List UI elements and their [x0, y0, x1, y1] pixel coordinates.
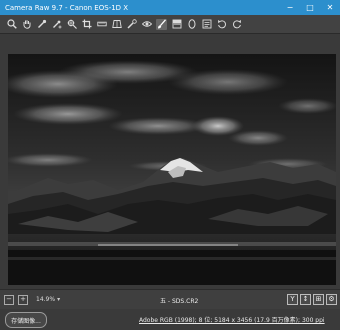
transform-tool[interactable] [111, 19, 122, 30]
rotate-cw-button[interactable] [231, 19, 242, 30]
bottom-bar: 存储图像... Adobe RGB (1998); 8 位; 5184 x 34… [0, 309, 340, 330]
image-canvas[interactable] [0, 34, 340, 289]
photo-preview[interactable] [8, 54, 336, 285]
title-bar: Camera Raw 9.7 - Canon EOS-1D X − □ ✕ [0, 0, 340, 15]
landscape-photo [8, 54, 336, 285]
view-buttons: Y ↕ ⊞ ⚙ [285, 294, 337, 305]
zoom-tool[interactable] [6, 19, 17, 30]
targeted-adjustment-tool[interactable] [66, 19, 77, 30]
status-bar: − + 14.9% ▾ 五 - SDS.CR2 Y ↕ ⊞ ⚙ [0, 289, 340, 309]
color-sampler-tool[interactable] [51, 19, 62, 30]
settings-toggle-button[interactable]: ⚙ [326, 294, 337, 305]
tool-bar [0, 15, 340, 34]
copy-settings-button[interactable]: ⊞ [313, 294, 324, 305]
close-button[interactable]: ✕ [320, 0, 340, 15]
red-eye-tool[interactable] [141, 19, 152, 30]
eyedropper-plus-icon [52, 20, 61, 29]
minimize-button[interactable]: − [280, 0, 300, 15]
save-image-button[interactable]: 存储图像... [5, 312, 47, 328]
preferences-button[interactable] [201, 19, 212, 30]
white-balance-tool[interactable] [36, 19, 47, 30]
workflow-options-link[interactable]: Adobe RGB (1998); 8 位; 5184 x 3456 (17.9… [139, 315, 325, 324]
straighten-tool[interactable] [96, 19, 107, 30]
file-name: 五 - SDS.CR2 [160, 298, 199, 305]
rotate-ccw-button[interactable] [216, 19, 227, 30]
straighten-icon [96, 21, 107, 27]
swap-settings-button[interactable]: ↕ [300, 294, 311, 305]
zoom-level[interactable]: 14.9% [36, 296, 55, 303]
target-adjust-icon [67, 19, 77, 29]
maximize-button[interactable]: □ [300, 0, 320, 15]
transform-icon [111, 20, 122, 28]
spot-removal-tool[interactable] [126, 19, 137, 30]
magnifier-icon [6, 19, 17, 29]
crop-tool[interactable] [81, 19, 92, 30]
list-icon [202, 19, 211, 29]
radial-icon [188, 19, 195, 29]
chevron-down-icon[interactable]: ▾ [57, 296, 60, 303]
crop-icon [82, 19, 91, 29]
spot-heal-icon [126, 19, 137, 29]
eyedropper-icon [37, 19, 46, 28]
hand-icon [22, 20, 31, 29]
radial-filter-tool[interactable] [186, 19, 197, 30]
before-after-toggle-button[interactable]: Y [287, 294, 298, 305]
graduated-filter-tool[interactable] [171, 19, 182, 30]
zoom-out-button[interactable]: − [4, 294, 14, 305]
zoom-in-button[interactable]: + [18, 294, 28, 305]
eye-icon [141, 21, 152, 27]
gradient-icon [172, 19, 181, 29]
rotate-right-icon [232, 20, 241, 29]
window-title: Camera Raw 9.7 - Canon EOS-1D X [5, 3, 129, 12]
hand-tool[interactable] [21, 19, 32, 30]
window-controls: − □ ✕ [280, 0, 340, 15]
rotate-left-icon [217, 20, 226, 29]
adjustment-brush-tool[interactable] [156, 18, 167, 30]
brush-icon [157, 19, 166, 29]
